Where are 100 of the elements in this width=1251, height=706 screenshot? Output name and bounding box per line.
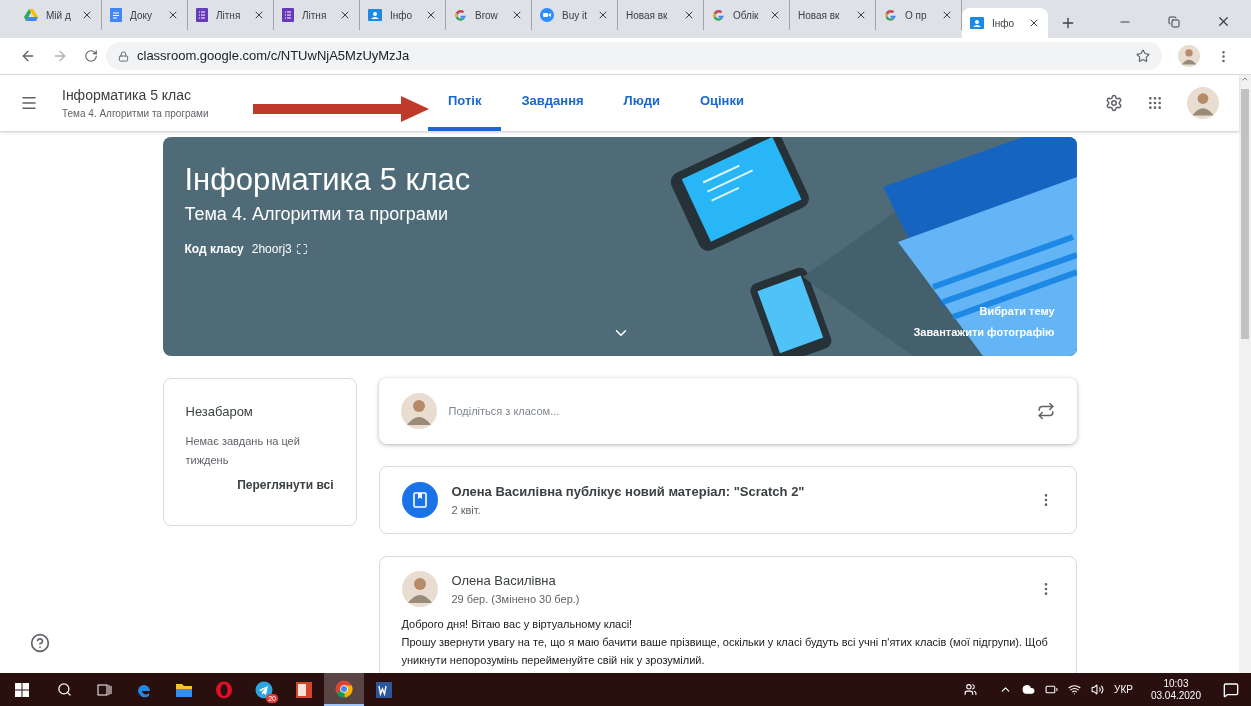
language-indicator[interactable]: УКР [1114, 682, 1133, 697]
tab-title: Літня [216, 8, 242, 23]
back-icon[interactable] [20, 48, 36, 64]
tab-title: Мій д [46, 8, 72, 23]
tab-title: Облік [733, 8, 760, 23]
new-tab-icon[interactable] [1060, 15, 1076, 31]
form-icon [196, 8, 208, 22]
chrome-icon [335, 679, 353, 698]
close-icon[interactable] [1028, 17, 1040, 29]
drive-icon [24, 9, 38, 21]
upcoming-text: Немає завдань на цей тиждень [185, 433, 301, 468]
close-icon[interactable] [167, 9, 179, 21]
tab-title: Brow [475, 8, 499, 23]
material-icon [401, 482, 438, 518]
windows-icon [15, 682, 29, 697]
classroom-icon [368, 9, 382, 21]
help-icon[interactable] [30, 633, 50, 653]
browser-tab[interactable]: Доку [102, 0, 188, 30]
close-icon[interactable] [683, 9, 695, 21]
folder-icon [175, 681, 193, 698]
volume-icon[interactable] [1091, 683, 1105, 696]
tab-title: О пр [905, 8, 928, 23]
browser-tab[interactable]: Інфо [962, 8, 1048, 38]
close-icon[interactable] [855, 9, 867, 21]
avatar [1178, 45, 1200, 67]
lock-icon [118, 50, 129, 62]
search-icon [56, 682, 72, 697]
nav-tab[interactable]: Оцінки [679, 75, 764, 131]
google-icon [712, 8, 725, 22]
tab-title: Новая вк [798, 8, 841, 23]
post-text: Прошу звернути увагу на те, що я маю бачити ваше прізвище, оскільки у класі будуть всі учні п'ятих класів (мої підгрупи). Щоб уникнути непорозумінь перейменуйте свій нік у зрозумілий. [401, 635, 1049, 668]
notifications-icon[interactable] [1223, 681, 1239, 698]
browser-tab[interactable]: Новая вк [618, 0, 704, 30]
nav-tab[interactable]: Завдання [501, 75, 604, 131]
class-code: 2hoorj3 [251, 241, 292, 258]
banner-subtitle: Тема 4. Алгоритми та програми [184, 203, 450, 226]
fullscreen-icon[interactable] [295, 243, 308, 255]
document-icon [110, 8, 122, 22]
close-icon[interactable] [941, 9, 953, 21]
opera-icon [215, 680, 233, 699]
tab-title: Новая вк [626, 8, 669, 23]
scrollbar-thumb[interactable] [1241, 89, 1249, 339]
browser-tab[interactable]: Новая вк [790, 0, 876, 30]
section-name: Тема 4. Алгоритми та програми [62, 107, 210, 121]
settings-icon[interactable] [1105, 94, 1123, 112]
close-window-icon[interactable] [1216, 14, 1231, 29]
class-code-label: Код класу [184, 241, 244, 258]
class-name[interactable]: Інформатика 5 клас [62, 85, 252, 106]
task-view-icon [96, 682, 112, 697]
nav-tab[interactable]: Потік [428, 75, 502, 131]
share-placeholder: Поділіться з класом... [448, 403, 561, 419]
url-text: classroom.google.com/c/NTUwNjA5MzUyMzJa [137, 47, 411, 66]
banner-title: Інформатика 5 клас [184, 161, 471, 199]
upcoming-title: Незабаром [185, 403, 254, 421]
battery-icon[interactable] [1045, 683, 1059, 696]
reload-icon[interactable] [84, 49, 98, 63]
scroll-up-icon[interactable] [1241, 75, 1249, 83]
clock-time: 10:03 [1163, 677, 1189, 690]
close-icon[interactable] [425, 9, 437, 21]
people-icon[interactable] [964, 683, 978, 696]
tab-title: Buy it [562, 8, 588, 23]
wifi-icon[interactable] [1068, 683, 1082, 696]
browser-tab[interactable]: Мій д [16, 0, 102, 30]
apps-grid-icon[interactable] [1147, 95, 1163, 111]
clock-date: 03.04.2020 [1150, 689, 1201, 702]
bookmark-star-icon[interactable] [1136, 49, 1150, 63]
video-camera-icon [540, 8, 554, 22]
close-icon[interactable] [597, 9, 609, 21]
view-all-link[interactable]: Переглянути всі [237, 475, 334, 494]
menu-icon[interactable] [20, 94, 38, 112]
cloud-icon[interactable] [1022, 683, 1036, 696]
browser-tab[interactable]: Облік [704, 0, 790, 30]
material-post-card[interactable]: Олена Василівна публікує новий матеріал: "Scratch 2" 2 квіт. [378, 466, 1077, 534]
scrollbar[interactable] [1239, 75, 1251, 673]
repost-icon[interactable] [1036, 402, 1055, 420]
address-bar[interactable]: classroom.google.com/c/NTUwNjA5MzUyMzJa [106, 42, 1162, 70]
restore-icon[interactable] [1168, 15, 1180, 28]
avatar [1187, 87, 1219, 119]
avatar [401, 571, 438, 607]
tab-title: Інфо [390, 8, 414, 23]
tab-title: Літня [302, 8, 328, 23]
post-date: 29 бер. (Змінено 30 бер.) [451, 591, 581, 607]
share-box[interactable]: Поділіться з класом... [378, 378, 1077, 444]
nav-tab[interactable]: Люди [603, 75, 680, 131]
close-icon[interactable] [769, 9, 781, 21]
close-icon[interactable] [511, 9, 523, 21]
browser-tab[interactable]: Інфо [360, 0, 446, 30]
close-icon[interactable] [253, 9, 265, 21]
close-icon[interactable] [81, 9, 93, 21]
google-icon [454, 8, 467, 22]
post-title: Олена Василівна публікує новий матеріал: "Scratch 2" [451, 483, 806, 501]
presentation-app-icon [295, 680, 313, 699]
post-date: 2 квіт. [451, 502, 482, 518]
form-icon [282, 8, 294, 22]
browser-tab[interactable]: Buy it [532, 0, 618, 30]
browser-tab[interactable]: Brow [446, 0, 532, 30]
close-icon[interactable] [339, 9, 351, 21]
tab-title: Інфо [992, 16, 1016, 31]
browser-tab[interactable]: Літня [274, 0, 360, 30]
browser-tab[interactable]: Літня [188, 0, 274, 30]
